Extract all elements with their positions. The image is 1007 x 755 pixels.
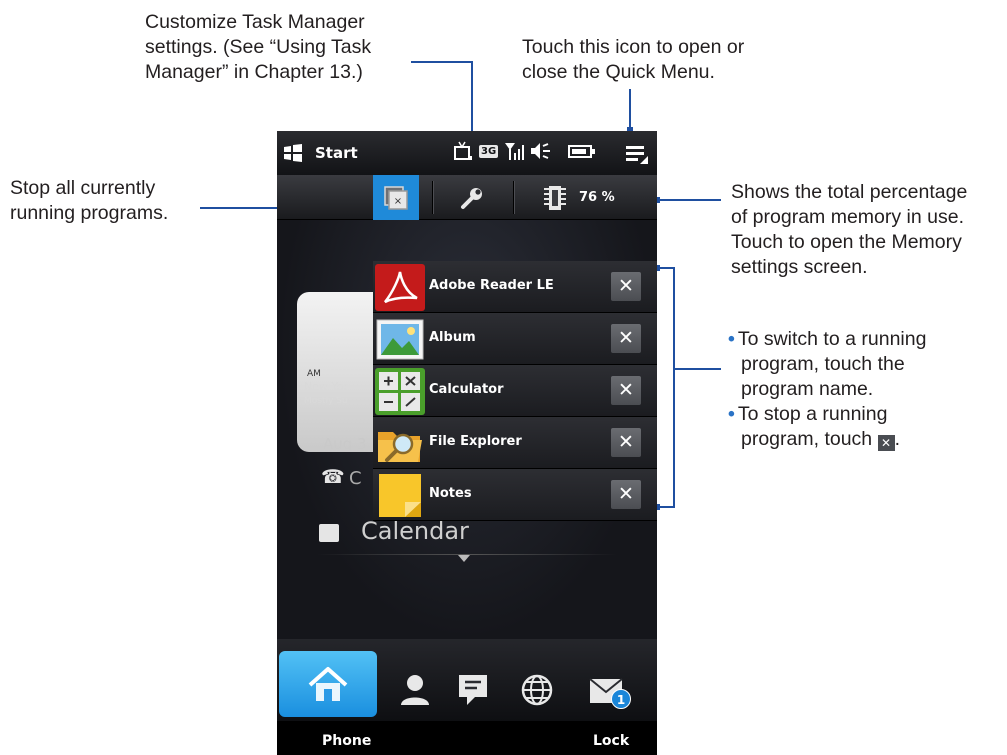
callout-line: Customize Task Manager (145, 11, 365, 33)
callout-task-manager-settings: Customize Task Manager settings. (See “U… (145, 10, 371, 85)
bullet-item: program name. (728, 377, 926, 402)
internet-tab[interactable] (517, 673, 557, 707)
bullet-text: program, touch the (741, 353, 905, 375)
task-item-notes[interactable]: Notes ✕ (373, 469, 657, 521)
adobe-reader-icon (375, 264, 425, 311)
callout-line: settings. (See “Using Task (145, 36, 372, 58)
task-item-calculator[interactable]: Calculator ✕ (373, 365, 657, 417)
close-task-button[interactable]: ✕ (611, 480, 641, 509)
task-item-adobe-reader[interactable]: Adobe Reader LE ✕ (373, 261, 657, 313)
bottom-tab-bar: 1 (277, 639, 657, 721)
calendar-label[interactable]: Calendar (361, 517, 469, 545)
bullet-item: • To stop a running (728, 402, 926, 427)
memory-percentage: 76 % (579, 190, 615, 205)
callout-line: of program memory in use. (731, 206, 965, 228)
close-task-button[interactable]: ✕ (611, 324, 641, 353)
quick-menu-icon[interactable] (626, 143, 648, 165)
bullet-text: To switch to a running (737, 328, 927, 350)
windows-start-icon[interactable] (283, 144, 303, 162)
messages-tab[interactable] (453, 673, 493, 707)
task-item-album[interactable]: Album ✕ (373, 313, 657, 365)
mail-tab[interactable]: 1 (587, 673, 631, 709)
task-name: Notes (429, 486, 472, 501)
callout-line: Manager” in Chapter 13.) (145, 61, 363, 83)
running-task-list: Adobe Reader LE ✕ Album ✕ Calculator ✕ F… (373, 261, 657, 521)
home-icon (308, 667, 348, 701)
softkey-bar: Phone Lock (277, 721, 657, 755)
memory-chip-icon (544, 185, 566, 210)
speaker-icon (531, 143, 551, 159)
lock-softkey[interactable]: Lock (593, 733, 629, 749)
phone-softkey[interactable]: Phone (322, 733, 371, 749)
bullet-item: • To switch to a running (728, 327, 926, 352)
messages-icon (459, 675, 487, 705)
task-manager-bar: × 76 % (277, 175, 657, 220)
weather-description: Mostly Su (304, 396, 348, 406)
callout-line: Stop all currently (10, 177, 156, 199)
phone-status-text: C (349, 468, 362, 489)
battery-icon (568, 144, 596, 158)
unread-badge: 1 (611, 689, 631, 709)
file-explorer-icon (378, 432, 422, 462)
notes-icon (379, 474, 421, 517)
callout-line: Touch to open the Memory (731, 231, 962, 253)
bullet-dot: • (728, 328, 735, 350)
callout-line: settings screen. (731, 256, 868, 278)
home-tab[interactable] (279, 651, 377, 717)
bullet-text: To stop a running (737, 403, 888, 425)
internet-icon (521, 674, 553, 706)
callout-running-programs: • To switch to a running program, touch t… (728, 327, 926, 452)
weather-city: New Yor (304, 380, 348, 393)
wrench-icon (461, 187, 482, 209)
stop-all-button[interactable]: × (373, 175, 419, 220)
bullet-text: program, touch (741, 428, 873, 450)
calendar-icon (319, 524, 339, 542)
svg-text:×: × (394, 196, 402, 207)
task-name: Album (429, 330, 476, 345)
callout-line: close the Quick Menu. (522, 61, 715, 83)
phone-screen: Start 3G × 76 % AM New Yor Mostly Su Aug… (277, 131, 657, 755)
date-label: Aug 3 (323, 435, 367, 453)
people-tab[interactable] (395, 673, 435, 707)
bullet-list: • To switch to a running program, touch t… (728, 327, 926, 452)
callout-line: Shows the total percentage (731, 181, 968, 203)
bullet-item: program, touch ✕. (728, 427, 926, 452)
task-name: File Explorer (429, 434, 522, 449)
signal-icon (505, 143, 525, 160)
album-icon (376, 319, 424, 360)
close-icon: ✕ (877, 435, 895, 451)
separator (513, 181, 514, 214)
clock-am-label: AM (307, 369, 321, 379)
callout-line: running programs. (10, 202, 169, 224)
callout-period: . (894, 428, 900, 450)
bullet-item: program, touch the (728, 352, 926, 377)
phone-call-icon: ☎ (321, 466, 345, 488)
separator (432, 181, 433, 214)
task-name: Adobe Reader LE (429, 278, 554, 293)
close-task-button[interactable]: ✕ (611, 428, 641, 457)
people-icon (401, 675, 429, 705)
close-task-button[interactable]: ✕ (611, 376, 641, 405)
task-name: Calculator (429, 382, 504, 397)
close-task-button[interactable]: ✕ (611, 272, 641, 301)
bullet-text: program name. (741, 378, 874, 400)
expand-arrow-icon[interactable] (458, 555, 470, 562)
callout-stop-all: Stop all currently running programs. (10, 176, 168, 226)
status-icons: 3G (453, 141, 596, 161)
callout-line: Touch this icon to open or (522, 36, 745, 58)
3g-icon: 3G (479, 144, 499, 158)
callout-memory: Shows the total percentage of program me… (731, 180, 967, 280)
bullet-dot: • (728, 403, 735, 425)
connector-running-bracket (658, 267, 721, 508)
status-bar: Start 3G (277, 131, 657, 175)
tv-icon (454, 141, 472, 160)
stop-all-icon: × (384, 185, 408, 210)
calculator-icon (375, 368, 425, 415)
memory-button[interactable]: 76 % (525, 175, 657, 220)
task-item-file-explorer[interactable]: File Explorer ✕ (373, 417, 657, 469)
task-manager-settings-button[interactable] (445, 175, 499, 220)
callout-quick-menu: Touch this icon to open or close the Qui… (522, 35, 744, 85)
start-label[interactable]: Start (315, 144, 358, 162)
